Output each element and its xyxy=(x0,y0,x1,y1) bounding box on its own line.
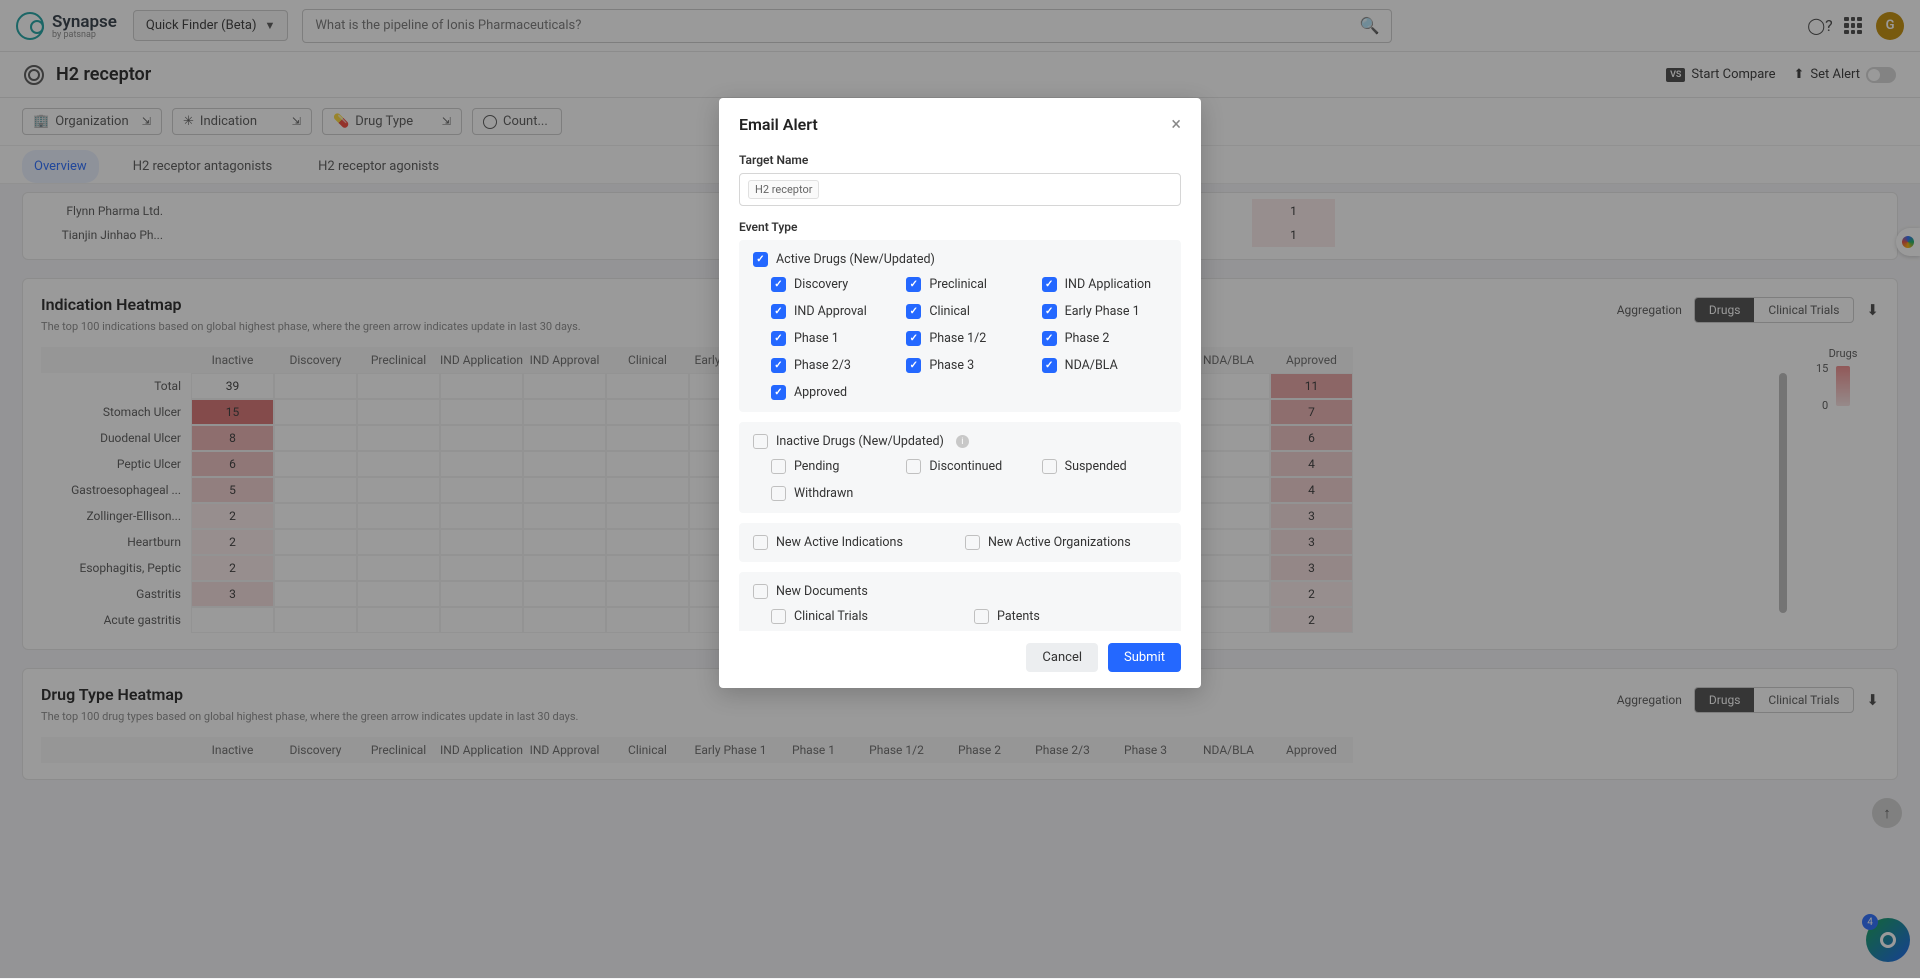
checkbox-approved[interactable] xyxy=(771,385,786,400)
checkbox-label: Phase 3 xyxy=(929,358,974,373)
checkbox-phase-3[interactable] xyxy=(906,358,921,373)
email-alert-modal: Email Alert × Target Name H2 receptor Ev… xyxy=(719,98,1201,688)
inactive-drugs-checkbox[interactable] xyxy=(753,434,768,449)
checkbox-discontinued[interactable] xyxy=(906,459,921,474)
checkbox-label: Discontinued xyxy=(929,459,1002,474)
checkbox-label: Patents xyxy=(997,609,1040,624)
checkbox-clinical[interactable] xyxy=(906,304,921,319)
checkbox-phase-2[interactable] xyxy=(1042,331,1057,346)
checkbox-label: IND Approval xyxy=(794,304,867,319)
target-tag: H2 receptor xyxy=(748,180,819,199)
submit-button[interactable]: Submit xyxy=(1108,643,1181,672)
checkbox-label: New Active Organizations xyxy=(988,535,1131,550)
checkbox-preclinical[interactable] xyxy=(906,277,921,292)
checkbox-label: Suspended xyxy=(1065,459,1127,474)
checkbox-label: Early Phase 1 xyxy=(1065,304,1140,319)
target-name-label: Target Name xyxy=(739,153,1181,167)
checkbox-label: Clinical xyxy=(929,304,970,319)
checkbox-label: New Active Indications xyxy=(776,535,903,550)
new-documents-checkbox[interactable] xyxy=(753,584,768,599)
checkbox-patents[interactable] xyxy=(974,609,989,624)
checkbox-label: Phase 1 xyxy=(794,331,839,346)
checkbox-new-active-indications[interactable] xyxy=(753,535,768,550)
checkbox-label: Pending xyxy=(794,459,839,474)
checkbox-label: Phase 1/2 xyxy=(929,331,986,346)
checkbox-phase-1[interactable] xyxy=(771,331,786,346)
checkbox-nda-bla[interactable] xyxy=(1042,358,1057,373)
active-drugs-group: Active Drugs (New/Updated) DiscoveryPrec… xyxy=(739,240,1181,412)
checkbox-new-active-organizations[interactable] xyxy=(965,535,980,550)
checkbox-suspended[interactable] xyxy=(1042,459,1057,474)
checkbox-phase-2-3[interactable] xyxy=(771,358,786,373)
modal-title: Email Alert xyxy=(739,115,818,134)
checkbox-label: Preclinical xyxy=(929,277,987,292)
checkbox-label: IND Application xyxy=(1065,277,1151,292)
event-type-label: Event Type xyxy=(739,220,1181,234)
checkbox-phase-1-2[interactable] xyxy=(906,331,921,346)
checkbox-withdrawn[interactable] xyxy=(771,486,786,501)
cancel-button[interactable]: Cancel xyxy=(1026,643,1098,672)
checkbox-ind-application[interactable] xyxy=(1042,277,1057,292)
checkbox-label: NDA/BLA xyxy=(1065,358,1118,373)
checkbox-discovery[interactable] xyxy=(771,277,786,292)
checkbox-pending[interactable] xyxy=(771,459,786,474)
active-drugs-checkbox[interactable] xyxy=(753,252,768,267)
checkbox-label: Phase 2/3 xyxy=(794,358,851,373)
close-icon[interactable]: × xyxy=(1171,114,1181,135)
checkbox-label: Clinical Trials xyxy=(794,609,868,624)
checkbox-label: Discovery xyxy=(794,277,848,292)
info-icon[interactable]: i xyxy=(956,435,969,448)
checkbox-label: Withdrawn xyxy=(794,486,853,501)
ind-org-group: New Active Indications New Active Organiz… xyxy=(739,523,1181,562)
target-name-input[interactable]: H2 receptor xyxy=(739,173,1181,206)
checkbox-label: Approved xyxy=(794,385,847,400)
inactive-drugs-group: Inactive Drugs (New/Updated) i PendingDi… xyxy=(739,422,1181,513)
documents-group: New Documents Clinical TrialsPatents xyxy=(739,572,1181,631)
checkbox-early-phase-1[interactable] xyxy=(1042,304,1057,319)
checkbox-clinical-trials[interactable] xyxy=(771,609,786,624)
checkbox-label: Phase 2 xyxy=(1065,331,1110,346)
checkbox-ind-approval[interactable] xyxy=(771,304,786,319)
